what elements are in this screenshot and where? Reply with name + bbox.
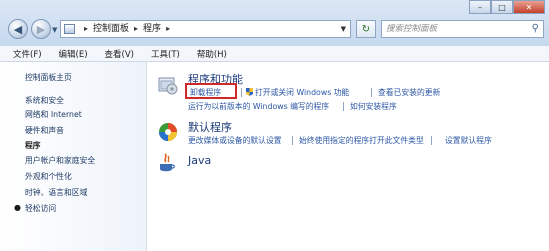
sidebar-item-system-security[interactable]: 系统和安全	[25, 95, 64, 106]
link-separator	[431, 136, 432, 145]
breadcrumb-programs[interactable]: 程序	[143, 21, 161, 37]
turn-windows-features-link[interactable]: 打开或关闭 Windows 功能	[255, 87, 349, 98]
main-content: 程序和功能 卸载程序 打开或关闭 Windows 功能 查看已安装的更新 运行为…	[147, 62, 549, 251]
link-separator	[343, 102, 344, 111]
back-button[interactable]: ◀	[8, 19, 28, 39]
minimize-button[interactable]: –	[469, 0, 491, 14]
menu-edit[interactable]: 编辑(E)	[59, 48, 88, 60]
chevron-down-icon[interactable]: ▼	[341, 21, 346, 37]
search-icon[interactable]: ⚲	[532, 21, 539, 37]
forward-button[interactable]: ▶	[31, 19, 51, 39]
arrow-right-icon: ▶	[36, 22, 46, 36]
sidebar-item-control-panel-home[interactable]: 控制面板主页	[25, 72, 72, 83]
address-bar[interactable]: ▸ 控制面板 ▸ 程序 ▸ ▼	[60, 20, 351, 38]
default-programs-title[interactable]: 默认程序	[188, 119, 232, 135]
recent-pages-dropdown[interactable]: ▼	[52, 26, 57, 34]
menu-tools[interactable]: 工具(T)	[151, 48, 180, 60]
sidebar-item-network[interactable]: 网络和 Internet	[25, 109, 82, 120]
menu-file[interactable]: 文件(F)	[13, 48, 42, 60]
sidebar-item-user-accounts[interactable]: 用户帐户和家庭安全	[25, 155, 95, 166]
sidebar-item-hardware-sound[interactable]: 硬件和声音	[25, 125, 64, 136]
uninstall-program-link[interactable]: 卸载程序	[190, 87, 221, 98]
link-separator	[241, 88, 242, 97]
set-default-programs-link[interactable]: 设置默认程序	[445, 135, 492, 146]
always-use-program-link[interactable]: 始终使用指定的程序打开此文件类型	[299, 135, 424, 146]
sidebar-item-appearance[interactable]: 外观和个性化	[25, 171, 72, 182]
programs-features-icon	[158, 77, 178, 95]
arrow-left-icon: ◀	[13, 22, 23, 36]
close-button[interactable]: ✕	[513, 0, 545, 14]
control-panel-icon	[64, 24, 75, 34]
menu-bar: 文件(F) 编辑(E) 查看(V) 工具(T) 帮助(H)	[0, 46, 549, 62]
run-older-programs-link[interactable]: 运行为以前版本的 Windows 编写的程序	[188, 101, 329, 112]
sidebar-item-clock-language[interactable]: 时钟、语言和区域	[25, 187, 87, 198]
sidebar-item-programs[interactable]: 程序	[25, 140, 41, 151]
view-installed-updates-link[interactable]: 查看已安装的更新	[378, 87, 440, 98]
breadcrumb-control-panel[interactable]: 控制面板	[93, 21, 129, 37]
chevron-right-icon[interactable]: ▸	[166, 21, 170, 37]
menu-view[interactable]: 查看(V)	[105, 48, 134, 60]
search-placeholder: 搜索控制面板	[386, 24, 438, 34]
menu-help[interactable]: 帮助(H)	[197, 48, 227, 60]
maximize-button[interactable]: □	[491, 0, 513, 14]
link-separator	[292, 136, 293, 145]
java-title[interactable]: Java	[188, 154, 211, 167]
refresh-button[interactable]: ↻	[356, 20, 376, 38]
sidebar: 控制面板主页 系统和安全 网络和 Internet 硬件和声音 ● 程序 用户帐…	[0, 62, 147, 251]
sidebar-item-ease-of-access[interactable]: 轻松访问	[25, 203, 56, 214]
how-to-install-link[interactable]: 如何安装程序	[350, 101, 397, 112]
uac-shield-icon	[246, 88, 253, 96]
title-bar: – □ ✕ ◀ ▶ ▼ ▸ 控制面板 ▸ 程序 ▸ ▼ ↻ 搜索控制面板 ⚲	[0, 0, 549, 47]
window-controls: – □ ✕	[469, 0, 545, 14]
java-icon	[160, 153, 175, 172]
search-input[interactable]: 搜索控制面板 ⚲	[381, 20, 544, 38]
refresh-icon: ↻	[361, 23, 371, 35]
link-separator	[371, 88, 372, 97]
chevron-right-icon[interactable]: ▸	[84, 21, 88, 37]
chevron-right-icon[interactable]: ▸	[134, 21, 138, 37]
change-media-defaults-link[interactable]: 更改媒体或设备的默认设置	[188, 135, 282, 146]
default-programs-icon	[159, 123, 177, 141]
current-item-bullet: ●	[14, 203, 21, 212]
